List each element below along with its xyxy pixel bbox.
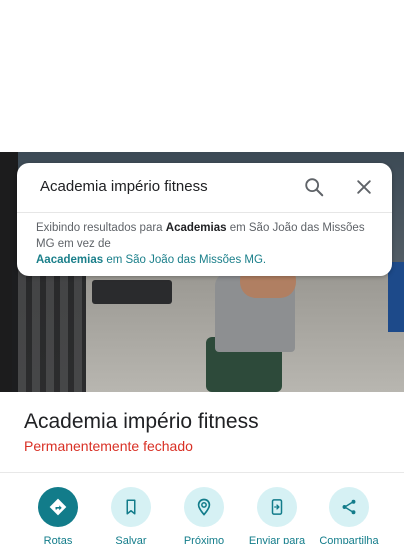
directions-label: Rotas (43, 535, 73, 544)
close-icon[interactable] (354, 177, 374, 197)
photo-rack (12, 262, 86, 392)
send-to-phone-icon (271, 499, 283, 515)
action-bar: Rotas Salvar Próximo Enviar para Compart… (0, 473, 404, 544)
original-search-link[interactable]: Aacademias em São João das Missões MG. (36, 254, 266, 266)
directions-icon (49, 498, 67, 516)
search-row[interactable]: Academia império fitness (17, 163, 392, 213)
send-to-label: Enviar para (248, 535, 306, 544)
top-blank-area (0, 0, 408, 152)
send-to-button[interactable]: Enviar para (241, 487, 313, 544)
search-icon[interactable] (303, 176, 325, 198)
spelling-correction: Exibindo resultados para Academias em Sã… (36, 220, 381, 268)
original-term: Aacademias (36, 254, 104, 266)
nearby-label: Próximo (183, 535, 225, 544)
nearby-icon (197, 498, 211, 516)
photo-pillar (388, 262, 404, 332)
place-info: Academia império fitness Permanentemente… (0, 392, 404, 472)
save-button[interactable]: Salvar (95, 487, 167, 544)
original-suffix: em São João das Missões MG. (103, 254, 267, 266)
photo-bench (92, 280, 172, 304)
search-card: Academia império fitness Exibindo result… (17, 163, 392, 276)
share-icon (342, 499, 356, 515)
directions-button[interactable]: Rotas (22, 487, 94, 544)
directions-circle[interactable] (38, 487, 78, 527)
correction-prefix: Exibindo resultados para (36, 222, 166, 234)
correction-term: Academias (165, 222, 227, 234)
bookmark-icon (126, 499, 136, 515)
share-circle[interactable] (329, 487, 369, 527)
nearby-circle[interactable] (184, 487, 224, 527)
save-label: Salvar (115, 535, 147, 544)
nearby-button[interactable]: Próximo (168, 487, 240, 544)
share-label: Compartilha (319, 535, 379, 544)
status-badge: Permanentemente fechado (24, 438, 193, 454)
search-input[interactable]: Academia império fitness (40, 178, 208, 195)
save-circle[interactable] (111, 487, 151, 527)
send-to-circle[interactable] (257, 487, 297, 527)
place-title: Academia império fitness (24, 410, 259, 433)
share-button[interactable]: Compartilha (313, 487, 385, 544)
